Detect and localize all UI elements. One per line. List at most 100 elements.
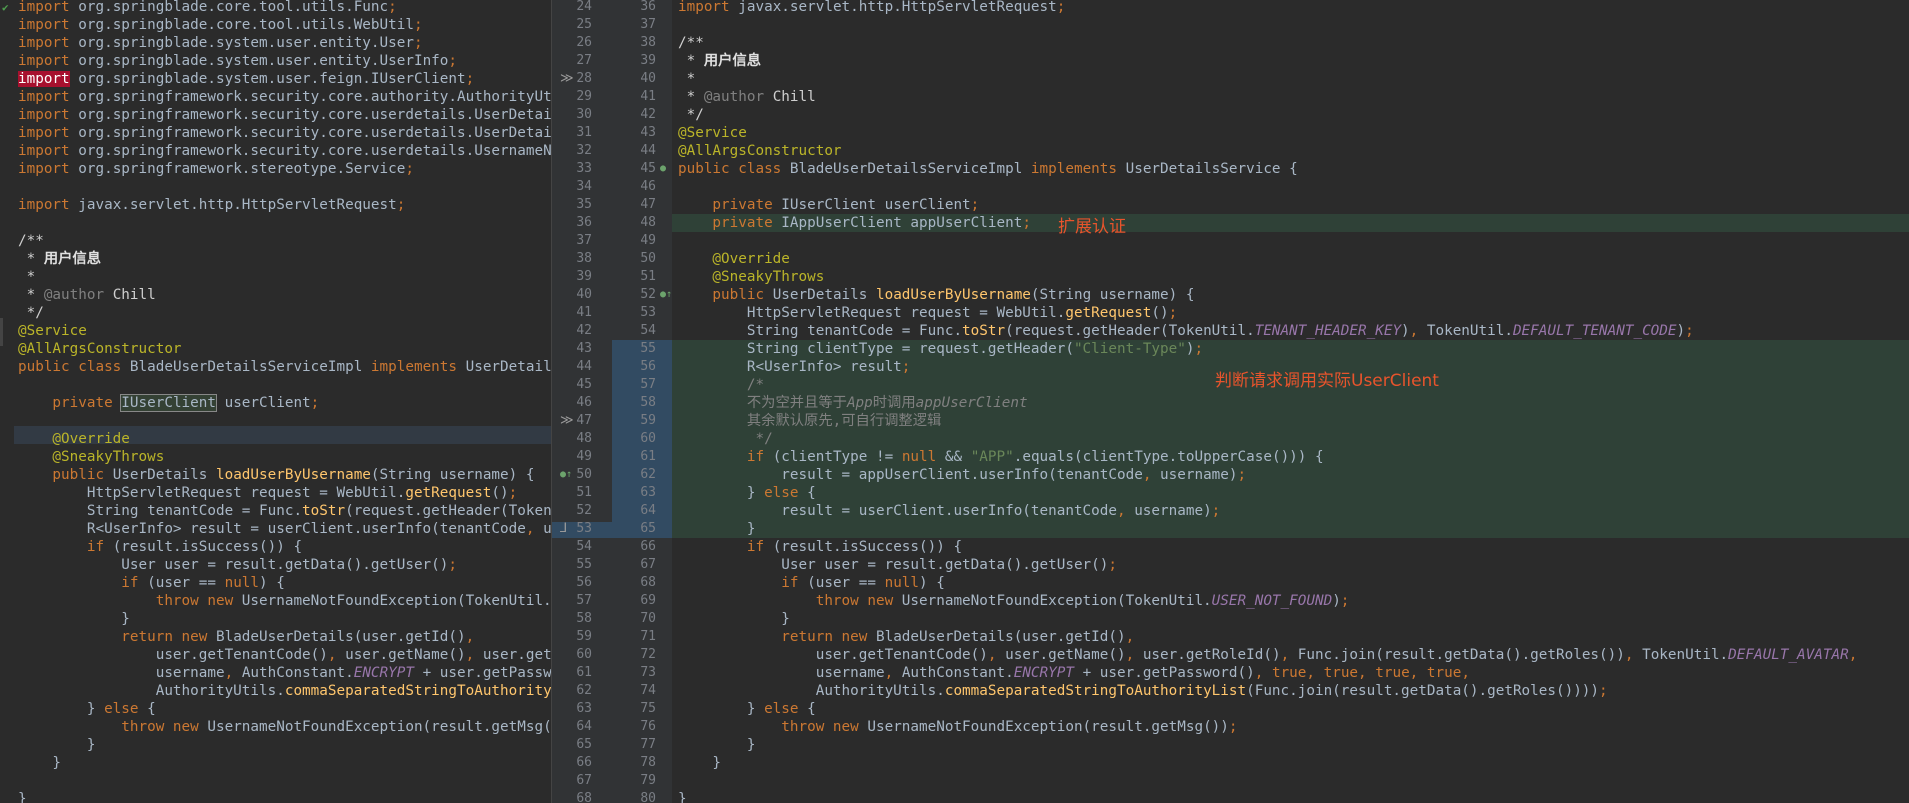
code-line[interactable]: }: [18, 754, 61, 772]
code-line[interactable]: HttpServletRequest request = WebUtil.get…: [18, 484, 517, 502]
left-line-number: 46: [576, 395, 592, 410]
code-line[interactable]: import org.springblade.system.user.feign…: [18, 70, 474, 88]
right-line-number: 62: [640, 467, 656, 482]
code-line[interactable]: throw new UsernameNotFoundException(Toke…: [18, 592, 552, 610]
code-line[interactable]: import org.springblade.system.user.entit…: [18, 52, 457, 70]
left-line-number: 57: [576, 593, 592, 608]
code-line[interactable]: username, AuthConstant.ENCRYPT + user.ge…: [678, 664, 1470, 682]
code-line[interactable]: import org.springblade.core.tool.utils.F…: [18, 0, 397, 16]
code-line[interactable]: public class BladeUserDetailsServiceImpl…: [18, 358, 552, 376]
code-line[interactable]: */: [18, 304, 44, 322]
code-line[interactable]: /**: [678, 34, 704, 52]
code-line[interactable]: throw new UsernameNotFoundException(resu…: [18, 718, 552, 736]
right-line-number: 56: [640, 359, 656, 374]
code-line[interactable]: User user = result.getData().getUser();: [678, 556, 1117, 574]
override-method-icon[interactable]: ●↑: [660, 286, 672, 304]
code-line[interactable]: }: [678, 790, 687, 803]
code-line[interactable]: if (result.isSuccess()) {: [18, 538, 302, 556]
code-line[interactable]: import org.springframework.security.core…: [18, 142, 552, 160]
code-line[interactable]: private IUserClient userClient;: [678, 196, 979, 214]
code-line[interactable]: @AllArgsConstructor: [678, 142, 842, 160]
code-line[interactable]: public UserDetails loadUserByUsername(St…: [678, 286, 1194, 304]
diff-merge-marker-icon[interactable]: ⅃: [560, 520, 567, 538]
code-line[interactable]: @Service: [18, 322, 87, 340]
code-line[interactable]: R<UserInfo> result;: [678, 358, 911, 376]
code-line[interactable]: @Override: [678, 250, 789, 268]
code-line[interactable]: if (user == null) {: [18, 574, 285, 592]
code-line[interactable]: }: [678, 736, 756, 754]
code-line[interactable]: import javax.servlet.http.HttpServletReq…: [678, 0, 1065, 16]
code-line[interactable]: /**: [18, 232, 44, 250]
code-line[interactable]: *: [18, 268, 36, 286]
code-line[interactable]: user.getTenantCode(), user.getName(), us…: [18, 646, 552, 664]
code-line[interactable]: public UserDetails loadUserByUsername(St…: [18, 466, 534, 484]
code-line[interactable]: import org.springframework.security.core…: [18, 106, 552, 124]
code-line[interactable]: import org.springblade.system.user.entit…: [18, 34, 423, 52]
code-line[interactable]: @Override: [18, 430, 129, 448]
code-line[interactable]: AuthorityUtils.commaSeparatedStringToAut…: [678, 682, 1608, 700]
code-line[interactable]: }: [678, 520, 756, 538]
code-line[interactable]: private IUserClient userClient;: [18, 394, 319, 412]
code-line[interactable]: user.getTenantCode(), user.getName(), us…: [678, 646, 1858, 664]
left-line-number: 68: [576, 791, 592, 803]
left-line-number: 56: [576, 575, 592, 590]
diff-apply-arrow-icon[interactable]: ≫: [560, 70, 574, 88]
code-line[interactable]: String tenantCode = Func.toStr(request.g…: [18, 502, 552, 520]
code-line[interactable]: String clientType = request.getHeader("C…: [678, 340, 1203, 358]
code-line[interactable]: }: [18, 610, 130, 628]
code-line[interactable]: return new BladeUserDetails(user.getId()…: [678, 628, 1134, 646]
code-line[interactable]: import javax.servlet.http.HttpServletReq…: [18, 196, 405, 214]
right-line-number: 78: [640, 755, 656, 770]
code-line[interactable]: AuthorityUtils.commaSeparatedStringToAut…: [18, 682, 552, 700]
implementation-icon[interactable]: ●: [660, 160, 666, 178]
diff-gutter[interactable]: 24 25 26 27 28 29 30 31 32 33 34 35 36 3…: [552, 0, 672, 803]
code-line[interactable]: username, AuthConstant.ENCRYPT + user.ge…: [18, 664, 552, 682]
left-line-number: 24: [576, 0, 592, 14]
code-line[interactable]: * 用户信息: [18, 250, 101, 268]
override-method-icon[interactable]: ●↑: [560, 466, 572, 484]
code-line[interactable]: *: [678, 70, 696, 88]
code-line[interactable]: * @author Chill: [18, 286, 156, 304]
code-line[interactable]: }: [678, 754, 721, 772]
code-line[interactable]: * @author Chill: [678, 88, 816, 106]
code-line[interactable]: @AllArgsConstructor: [18, 340, 182, 358]
code-line[interactable]: /*: [678, 376, 764, 394]
code-line[interactable]: } else {: [678, 700, 816, 718]
code-line[interactable]: throw new UsernameNotFoundException(resu…: [678, 718, 1237, 736]
code-line[interactable]: if (clientType != null && "APP".equals(c…: [678, 448, 1324, 466]
code-line[interactable]: if (result.isSuccess()) {: [678, 538, 962, 556]
code-line[interactable]: */: [678, 430, 772, 448]
code-line[interactable]: }: [678, 610, 790, 628]
code-line[interactable]: } else {: [18, 700, 156, 718]
code-line[interactable]: result = appUserClient.userInfo(tenantCo…: [678, 466, 1246, 484]
code-line[interactable]: */: [678, 106, 704, 124]
code-line[interactable]: 不为空并且等于App时调用appUserClient: [678, 394, 1028, 412]
code-line[interactable]: @SneakyThrows: [678, 268, 824, 286]
code-line[interactable]: import org.springblade.core.tool.utils.W…: [18, 16, 423, 34]
code-line[interactable]: import org.springframework.stereotype.Se…: [18, 160, 414, 178]
code-line[interactable]: }: [18, 790, 27, 803]
right-line-number: 66: [640, 539, 656, 554]
code-line[interactable]: import org.springframework.security.core…: [18, 124, 552, 142]
code-line[interactable]: return new BladeUserDetails(user.getId()…: [18, 628, 474, 646]
code-line[interactable]: 其余默认原先,可自行调整逻辑: [678, 412, 941, 430]
diff-apply-arrow-icon[interactable]: ≫: [560, 412, 574, 430]
code-line[interactable]: private IAppUserClient appUserClient;: [678, 214, 1031, 232]
code-line[interactable]: * 用户信息: [678, 52, 761, 70]
left-editor-pane[interactable]: ✔ import org.springblade.core.tool.utils…: [0, 0, 552, 803]
code-line[interactable]: public class BladeUserDetailsServiceImpl…: [678, 160, 1298, 178]
code-line[interactable]: if (user == null) {: [678, 574, 945, 592]
code-line[interactable]: import org.springframework.security.core…: [18, 88, 552, 106]
code-line[interactable]: @Service: [678, 124, 747, 142]
code-line[interactable]: }: [18, 736, 96, 754]
right-editor-pane[interactable]: import javax.servlet.http.HttpServletReq…: [672, 0, 1909, 803]
right-line-number: 40: [640, 71, 656, 86]
code-line[interactable]: HttpServletRequest request = WebUtil.get…: [678, 304, 1177, 322]
code-line[interactable]: String tenantCode = Func.toStr(request.g…: [678, 322, 1694, 340]
code-line[interactable]: @SneakyThrows: [18, 448, 164, 466]
code-line[interactable]: User user = result.getData().getUser();: [18, 556, 457, 574]
code-line[interactable]: } else {: [678, 484, 816, 502]
code-line[interactable]: throw new UsernameNotFoundException(Toke…: [678, 592, 1350, 610]
code-line[interactable]: R<UserInfo> result = userClient.userInfo…: [18, 520, 552, 538]
code-line[interactable]: result = userClient.userInfo(tenantCode,…: [678, 502, 1220, 520]
